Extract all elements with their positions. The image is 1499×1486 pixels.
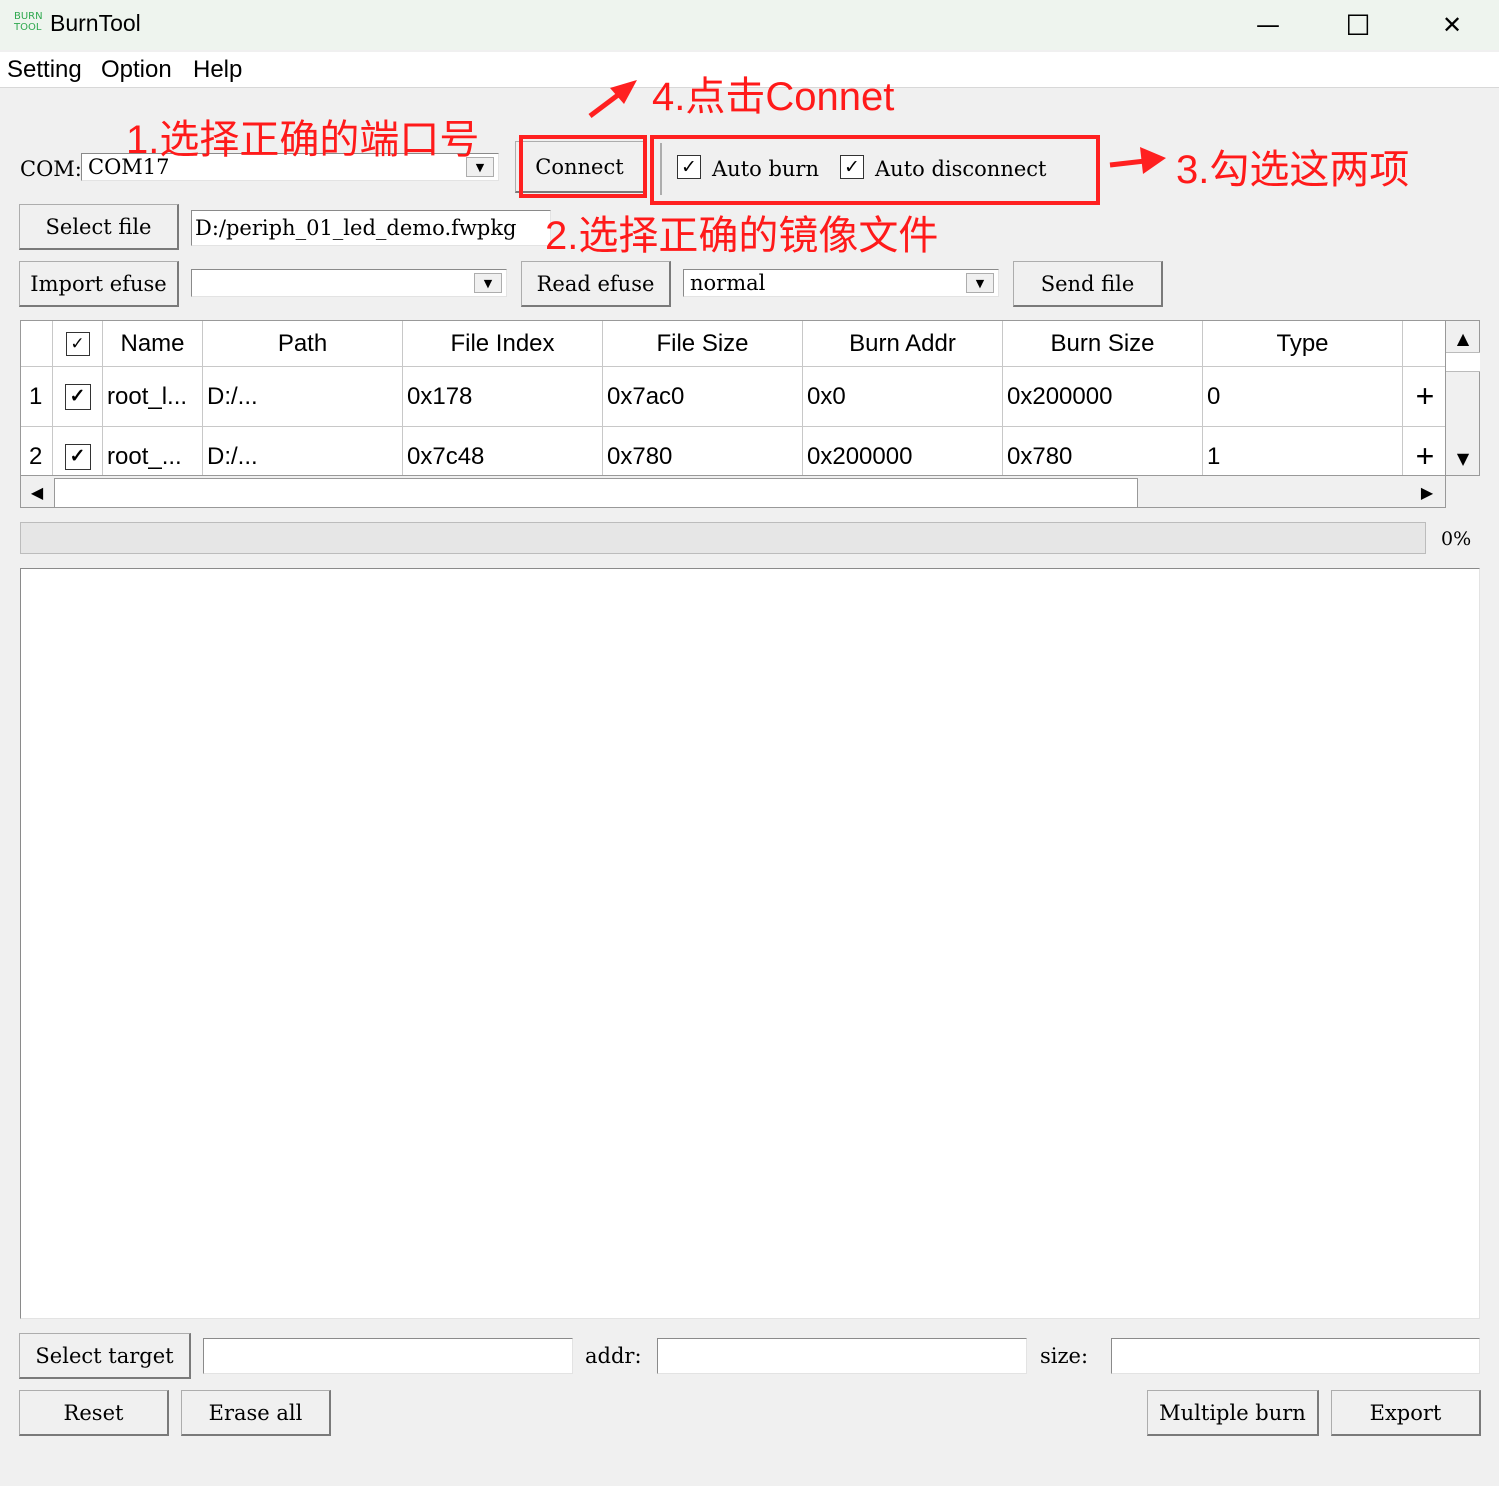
plus-icon: +	[1415, 438, 1435, 474]
com-label: COM:	[20, 157, 82, 181]
size-label: size:	[1040, 1344, 1089, 1368]
row-number: 1	[21, 367, 53, 427]
multiple-burn-button[interactable]: Multiple burn	[1147, 1390, 1319, 1436]
mode-select[interactable]: normal ▼	[683, 269, 999, 297]
minimize-button[interactable]: —	[1236, 0, 1300, 50]
export-button[interactable]: Export	[1331, 1390, 1481, 1436]
size-input[interactable]	[1111, 1338, 1480, 1374]
menu-help[interactable]: Help	[193, 56, 242, 84]
chevron-down-icon[interactable]: ▼	[966, 273, 994, 293]
column-header-path[interactable]: Path	[203, 321, 403, 367]
window-title: BurnTool	[50, 10, 141, 36]
progress-percent: 0%	[1441, 528, 1472, 550]
scroll-right-icon[interactable]: ▶	[1414, 480, 1440, 504]
annotation-step-1: 1.选择正确的端口号	[126, 118, 480, 162]
menu-option[interactable]: Option	[101, 56, 172, 84]
file-table: ✓ Name Path File Index File Size Burn Ad…	[20, 320, 1446, 476]
annotation-box-connect	[519, 135, 647, 198]
horizontal-scroll-thumb[interactable]	[54, 478, 1138, 508]
cell-name[interactable]: root_l...	[103, 367, 203, 427]
select-all-icon: ✓	[65, 331, 90, 356]
column-header-file-size[interactable]: File Size	[603, 321, 803, 367]
close-icon: ✕	[1441, 11, 1463, 39]
efuse-select[interactable]: ▼	[191, 269, 507, 297]
check-icon: ✓	[64, 443, 91, 470]
chevron-down-icon[interactable]: ▼	[474, 273, 502, 293]
row-number: 2	[21, 427, 53, 475]
scroll-down-icon[interactable]: ▼	[1449, 446, 1477, 470]
vertical-scroll-thumb[interactable]	[1446, 352, 1480, 372]
cell-path[interactable]: D:/...	[203, 367, 403, 427]
addr-label: addr:	[585, 1344, 642, 1368]
log-output[interactable]	[20, 568, 1480, 1319]
row-checkbox[interactable]: ✓	[53, 427, 103, 475]
app-logo-icon: BURN TOOL	[14, 11, 43, 33]
cell-type[interactable]: 1	[1203, 427, 1403, 475]
annotation-step-2: 2.选择正确的镜像文件	[545, 214, 939, 258]
column-header-type[interactable]: Type	[1203, 321, 1403, 367]
column-header-name[interactable]: Name	[103, 321, 203, 367]
maximize-icon: ☐	[1345, 8, 1371, 42]
cell-file-index[interactable]: 0x7c48	[403, 427, 603, 475]
cell-burn-size[interactable]: 0x780	[1003, 427, 1203, 475]
cell-burn-addr[interactable]: 0x200000	[803, 427, 1003, 475]
cell-file-size[interactable]: 0x780	[603, 427, 803, 475]
select-file-button[interactable]: Select file	[19, 204, 179, 250]
minimize-icon: —	[1256, 11, 1280, 39]
target-input[interactable]	[203, 1338, 573, 1374]
annotation-step-3: 3.勾选这两项	[1176, 148, 1410, 192]
file-path-input[interactable]: D:/periph_01_led_demo.fwpkg	[191, 210, 551, 246]
check-icon: ✓	[64, 383, 91, 410]
cell-path[interactable]: D:/...	[203, 427, 403, 475]
scroll-up-icon[interactable]: ▲	[1449, 326, 1477, 350]
scroll-left-icon[interactable]: ◀	[24, 480, 50, 504]
column-header-burn-addr[interactable]: Burn Addr	[803, 321, 1003, 367]
add-row-button[interactable]: +	[1403, 427, 1445, 475]
maximize-button[interactable]: ☐	[1326, 0, 1390, 50]
menu-setting[interactable]: Setting	[7, 56, 82, 84]
arrow-step-3-icon	[1109, 147, 1166, 174]
cell-type[interactable]: 0	[1203, 367, 1403, 427]
mode-value: normal	[690, 271, 766, 295]
plus-icon: +	[1415, 378, 1435, 414]
addr-input[interactable]	[657, 1338, 1027, 1374]
select-target-button[interactable]: Select target	[19, 1333, 191, 1379]
erase-all-button[interactable]: Erase all	[181, 1390, 331, 1436]
read-efuse-button[interactable]: Read efuse	[521, 261, 671, 307]
cell-file-size[interactable]: 0x7ac0	[603, 367, 803, 427]
add-row-button[interactable]: +	[1403, 367, 1445, 427]
annotation-box-checkboxes	[650, 135, 1100, 205]
import-efuse-button[interactable]: Import efuse	[19, 261, 179, 307]
cell-burn-size[interactable]: 0x200000	[1003, 367, 1203, 427]
row-number-header	[21, 321, 53, 367]
column-header-file-index[interactable]: File Index	[403, 321, 603, 367]
cell-name[interactable]: root_...	[103, 427, 203, 475]
column-header-extra	[1403, 321, 1445, 367]
annotation-step-4: 4.点击Connet	[652, 75, 895, 119]
cell-file-index[interactable]: 0x178	[403, 367, 603, 427]
select-all-checkbox[interactable]: ✓	[53, 321, 103, 367]
cell-burn-addr[interactable]: 0x0	[803, 367, 1003, 427]
send-file-button[interactable]: Send file	[1013, 261, 1163, 307]
progress-bar	[20, 522, 1426, 554]
column-header-burn-size[interactable]: Burn Size	[1003, 321, 1203, 367]
row-checkbox[interactable]: ✓	[53, 367, 103, 427]
close-button[interactable]: ✕	[1420, 0, 1484, 50]
reset-button[interactable]: Reset	[19, 1390, 169, 1436]
